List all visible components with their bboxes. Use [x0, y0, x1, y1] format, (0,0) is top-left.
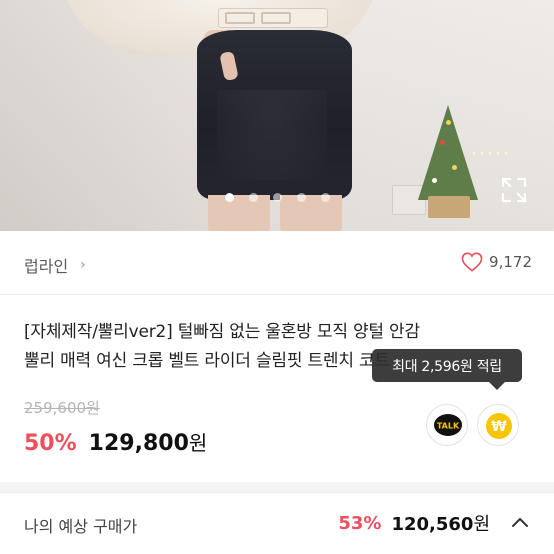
seller-link[interactable]: 럽라인 › — [24, 253, 86, 277]
like-count: 9,172 — [489, 253, 532, 271]
estimated-price: 120,560원 — [391, 510, 490, 536]
image-ornament — [452, 165, 457, 170]
kakao-share-button[interactable]: TALK — [426, 404, 468, 446]
image-buckle — [225, 12, 255, 24]
carousel-dot[interactable] — [248, 193, 258, 202]
expand-icon[interactable] — [500, 176, 528, 204]
discount-rate: 50% — [24, 431, 77, 456]
points-tooltip: 최대 2,596원 적립 — [372, 349, 522, 390]
estimated-price-label: 나의 예상 구매가 — [24, 517, 138, 536]
image-ornament — [432, 178, 437, 183]
estimated-discount: 53% — [338, 512, 382, 534]
estimated-price-value: 120,560 — [391, 514, 474, 535]
sale-price-value: 129,800 — [88, 431, 189, 456]
won-symbol: ₩ — [491, 419, 507, 435]
estimated-price-bar[interactable]: 나의 예상 구매가 53% 120,560원 — [0, 492, 554, 554]
carousel-dot[interactable] — [320, 193, 330, 202]
product-image-carousel[interactable] — [0, 0, 554, 231]
heart-icon — [461, 252, 483, 272]
like-button[interactable]: 9,172 — [461, 252, 532, 272]
chevron-up-icon[interactable] — [510, 513, 530, 533]
estimated-price-summary: 53% 120,560원 — [338, 510, 530, 536]
image-belt — [218, 8, 328, 28]
seller-row: 럽라인 › 9,172 — [0, 231, 554, 295]
points-tooltip-text: 최대 2,596원 적립 — [392, 358, 502, 375]
kakao-label: TALK — [437, 422, 460, 431]
original-price: 259,600원 — [24, 399, 100, 417]
carousel-dot[interactable] — [272, 193, 282, 202]
chevron-right-icon: › — [80, 257, 86, 273]
sale-price: 129,800원 — [89, 427, 208, 456]
seller-name: 럽라인 — [24, 257, 69, 276]
carousel-indicator — [0, 193, 554, 203]
kakaotalk-icon: TALK — [434, 414, 462, 436]
won-point-icon: ₩ — [486, 413, 512, 439]
currency-unit: 원 — [473, 514, 490, 535]
product-title-line: [자체제작/뿔리ver2] 털빠짐 없는 울혼방 모직 양털 안감 — [24, 322, 420, 342]
image-buckle — [261, 12, 291, 24]
section-divider — [0, 482, 554, 492]
image-ornament — [440, 140, 445, 145]
price-line: 50% 129,800원 — [24, 427, 207, 456]
image-ornament — [446, 120, 451, 125]
point-button[interactable]: ₩ — [477, 404, 519, 446]
carousel-dot[interactable] — [296, 193, 306, 202]
carousel-dot[interactable] — [224, 193, 234, 202]
image-lights — [470, 150, 510, 156]
currency-unit: 원 — [188, 431, 208, 455]
